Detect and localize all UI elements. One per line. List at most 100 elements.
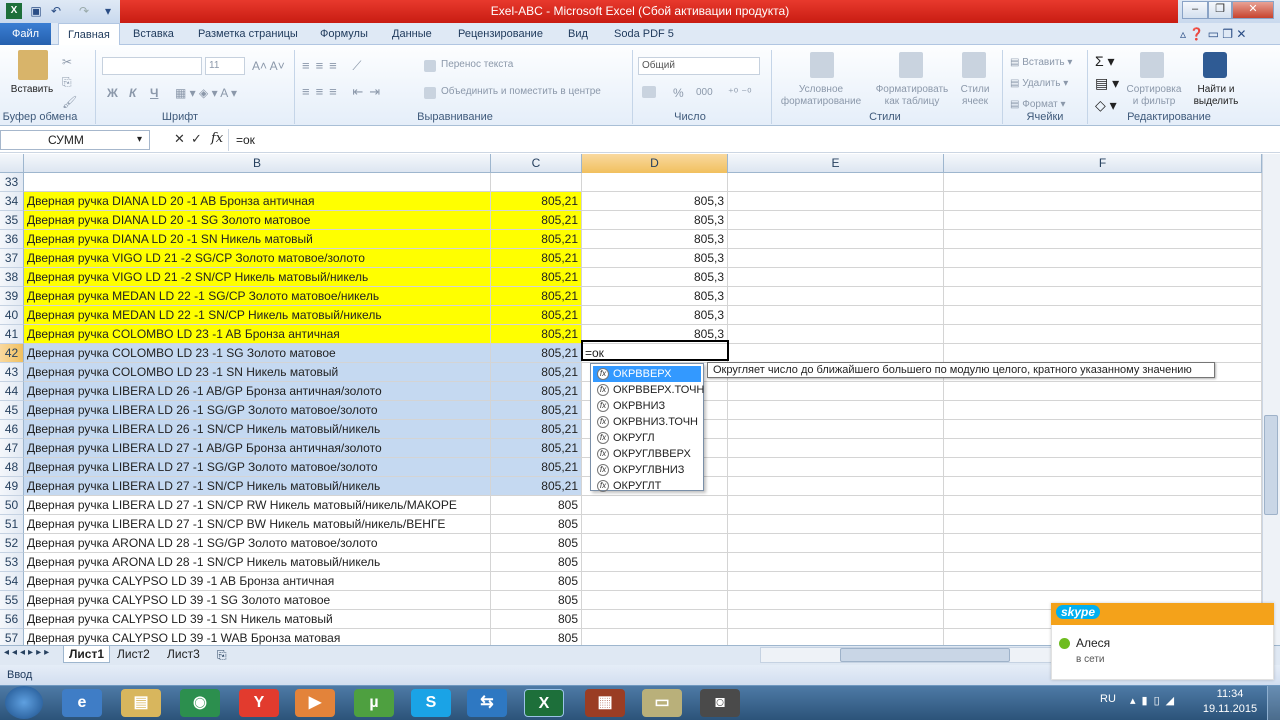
row-header[interactable]: 55: [0, 591, 24, 610]
cell-e[interactable]: [728, 629, 944, 645]
tray-time[interactable]: 11:34: [1205, 688, 1255, 700]
autocomplete-item[interactable]: fx ОКРВВЕРХ.ТОЧН: [593, 382, 704, 398]
tab-data[interactable]: Данные: [383, 23, 441, 45]
cell-f[interactable]: [944, 230, 1262, 249]
bold-button[interactable]: Ж: [107, 86, 118, 100]
cell-c[interactable]: 805,21: [491, 192, 582, 211]
language-indicator[interactable]: RU: [1100, 693, 1116, 705]
yandex-browser-icon[interactable]: Y: [239, 689, 279, 717]
row-header[interactable]: 52: [0, 534, 24, 553]
cell-c[interactable]: 805: [491, 572, 582, 591]
cell-f[interactable]: [944, 420, 1262, 439]
row-header[interactable]: 34: [0, 192, 24, 211]
internet-explorer-icon[interactable]: e: [62, 689, 102, 717]
start-button[interactable]: [5, 686, 43, 719]
cell-b[interactable]: Дверная ручка LIBERA LD 26 -1 AB/GP Брон…: [24, 382, 491, 401]
cell-b[interactable]: Дверная ручка LIBERA LD 27 -1 SN/CP Нике…: [24, 477, 491, 496]
row-header[interactable]: 44: [0, 382, 24, 401]
number-format-select[interactable]: Общий: [638, 57, 760, 75]
cell-f[interactable]: [944, 458, 1262, 477]
chrome-icon[interactable]: ◉: [180, 689, 220, 717]
row-header[interactable]: 33: [0, 173, 24, 192]
conditional-formatting-button[interactable]: Условное форматирование: [771, 84, 871, 108]
insert-cells-label[interactable]: Вставить: [1022, 57, 1064, 68]
wrap-text-button[interactable]: Перенос текста: [441, 59, 513, 70]
cell-c[interactable]: 805,21: [491, 325, 582, 344]
ribbon-help-icons[interactable]: ▵ ❓ ▭ ❐ ✕: [1180, 27, 1246, 41]
paste-button[interactable]: Вставить: [6, 84, 58, 96]
row-header[interactable]: 37: [0, 249, 24, 268]
tray-icons[interactable]: ▴▮▯◢: [1130, 694, 1180, 707]
row-header[interactable]: 42: [0, 344, 24, 363]
font-name-select[interactable]: [102, 57, 202, 75]
tab-soda-pdf[interactable]: Soda PDF 5: [605, 23, 683, 45]
column-header-e[interactable]: E: [728, 154, 944, 173]
cell-c[interactable]: 805: [491, 534, 582, 553]
cell-d[interactable]: [582, 629, 728, 645]
autocomplete-item[interactable]: fx ОКРУГЛ: [593, 430, 701, 446]
cell-f[interactable]: [944, 496, 1262, 515]
cell-e[interactable]: [728, 572, 944, 591]
cells-buttons[interactable]: ▤ Вставить ▾ ▤ Удалить ▾ ▤ Формат ▾: [1010, 52, 1072, 115]
percent-button[interactable]: %: [673, 86, 684, 100]
cell-c[interactable]: 805,21: [491, 306, 582, 325]
cell-b[interactable]: Дверная ручка LIBERA LD 27 -1 SN/CP RW Н…: [24, 496, 491, 515]
cell-c[interactable]: 805,21: [491, 249, 582, 268]
name-box[interactable]: СУММ: [0, 130, 150, 150]
sheet-tab-2[interactable]: Лист2: [112, 646, 155, 663]
function-autocomplete-list[interactable]: fx ОКРВВЕРХ fx ОКРВВЕРХ.ТОЧН fx ОКРВНИЗ fx ОКРВ…: [590, 363, 704, 492]
row-header[interactable]: 47: [0, 439, 24, 458]
file-explorer-icon[interactable]: ▤: [121, 689, 161, 717]
cell-f[interactable]: [944, 553, 1262, 572]
cell-b[interactable]: [24, 173, 491, 192]
autocomplete-item[interactable]: fx ОКРВНИЗ.ТОЧН: [593, 414, 701, 430]
row-header[interactable]: 41: [0, 325, 24, 344]
row-header[interactable]: 38: [0, 268, 24, 287]
cancel-icon[interactable]: ✕: [174, 131, 185, 147]
new-sheet-icon[interactable]: ⎘: [217, 648, 227, 663]
cell-f[interactable]: [944, 477, 1262, 496]
format-cells-label[interactable]: Формат: [1022, 99, 1058, 110]
row-header[interactable]: 51: [0, 515, 24, 534]
cell-e[interactable]: [728, 306, 944, 325]
cell-c[interactable]: 805,21: [491, 363, 582, 382]
cell-f[interactable]: [944, 287, 1262, 306]
sheet-nav-arrows[interactable]: ◂◂◂▸▸▸: [4, 647, 52, 658]
cell-styles-button[interactable]: Стили ячеек: [951, 84, 999, 108]
tab-formulas[interactable]: Формулы: [311, 23, 377, 45]
cell-e[interactable]: [728, 325, 944, 344]
underline-button[interactable]: Ч: [150, 86, 158, 100]
cell-d[interactable]: 805,3: [582, 249, 728, 268]
cell-e[interactable]: [728, 230, 944, 249]
cell-f[interactable]: [944, 192, 1262, 211]
row-header[interactable]: 39: [0, 287, 24, 306]
cell-b[interactable]: Дверная ручка COLOMBO LD 23 -1 SG Золото…: [24, 344, 491, 363]
cell-c[interactable]: 805,21: [491, 268, 582, 287]
cell-d[interactable]: 805,3: [582, 211, 728, 230]
row-header[interactable]: 45: [0, 401, 24, 420]
maximize-button[interactable]: ❐: [1208, 1, 1232, 19]
media-player-icon[interactable]: ▶: [295, 689, 335, 717]
row-header[interactable]: 40: [0, 306, 24, 325]
cell-c[interactable]: 805,21: [491, 439, 582, 458]
cell-b[interactable]: Дверная ручка CALYPSO LD 39 -1 WAB Бронз…: [24, 629, 491, 645]
cell-b[interactable]: Дверная ручка LIBERA LD 27 -1 AB/GP Брон…: [24, 439, 491, 458]
cell-b[interactable]: Дверная ручка CALYPSO LD 39 -1 SG Золото…: [24, 591, 491, 610]
cell-b[interactable]: Дверная ручка VIGO LD 21 -2 SG/CP Золото…: [24, 249, 491, 268]
row-header[interactable]: 53: [0, 553, 24, 572]
cell-b[interactable]: Дверная ручка LIBERA LD 26 -1 SN/CP Нике…: [24, 420, 491, 439]
column-header-c[interactable]: C: [491, 154, 582, 173]
cell-f[interactable]: [944, 173, 1262, 192]
customize-toolbar-icon[interactable]: ▾: [100, 3, 116, 19]
cell-f[interactable]: [944, 325, 1262, 344]
formula-input[interactable]: =ок: [236, 133, 255, 147]
autocomplete-item[interactable]: fx ОКРВВЕРХ: [593, 366, 701, 382]
cell-d[interactable]: 805,3: [582, 230, 728, 249]
autocomplete-item[interactable]: fx ОКРУГЛВНИЗ: [593, 462, 701, 478]
cell-e[interactable]: [728, 610, 944, 629]
row-header[interactable]: 43: [0, 363, 24, 382]
cell-d[interactable]: [582, 572, 728, 591]
cell-d[interactable]: 805,3: [582, 192, 728, 211]
cell-e[interactable]: [728, 534, 944, 553]
cell-d[interactable]: [582, 610, 728, 629]
